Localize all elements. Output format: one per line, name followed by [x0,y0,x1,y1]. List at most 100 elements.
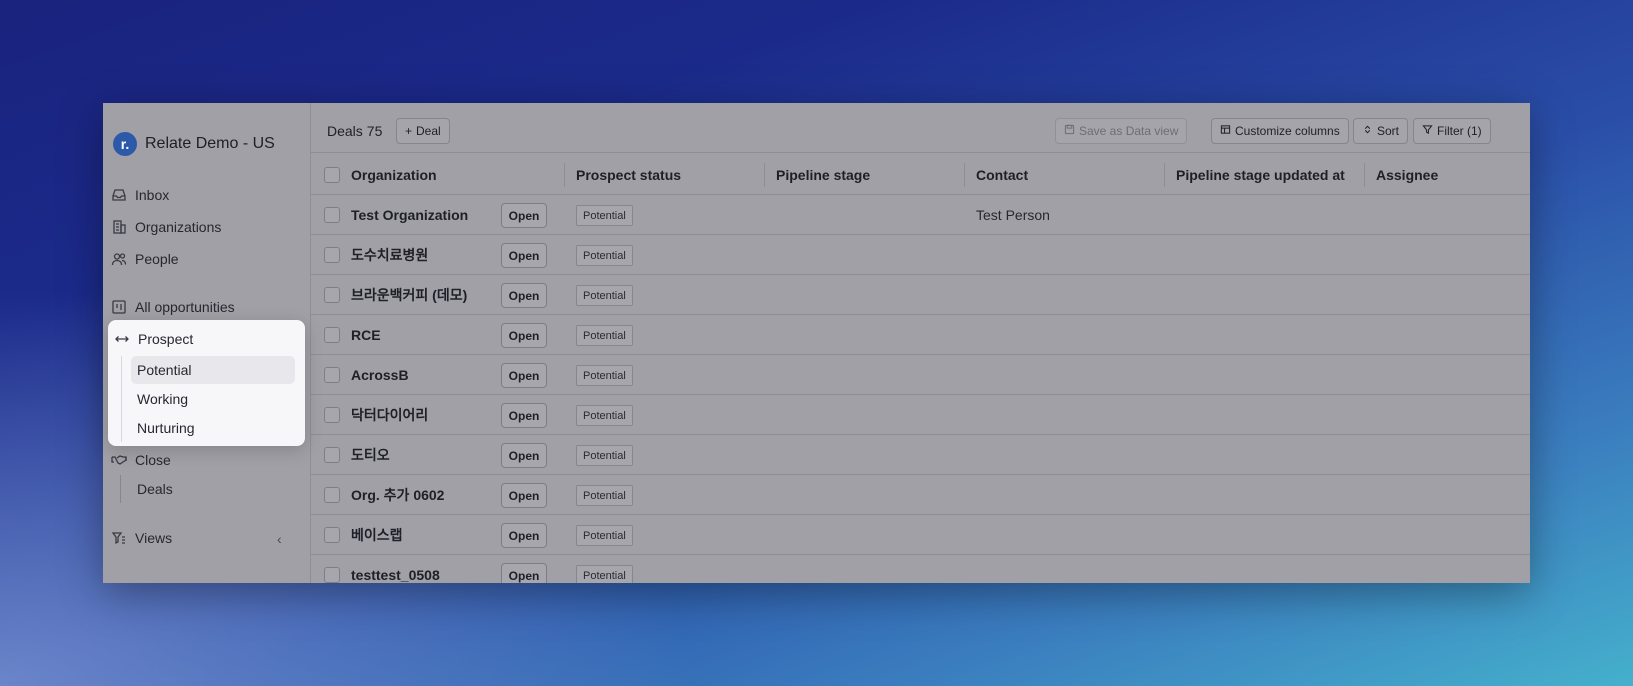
save-icon [1064,124,1075,138]
table-row[interactable]: 브라운백커피 (데모) Open Potential [311,275,1530,315]
table-row[interactable]: 베이스랩 Open Potential [311,515,1530,555]
status-badge: Potential [576,525,633,546]
customize-columns-label: Customize columns [1235,124,1340,138]
columns-icon [1220,124,1231,138]
organization-cell[interactable]: Test Organization [351,195,468,235]
status-badge: Potential [576,245,633,266]
organization-cell[interactable]: 베이스랩 [351,515,403,555]
plus-icon: + [405,124,413,138]
organization-cell[interactable]: Org. 추가 0602 [351,475,444,515]
organization-cell[interactable]: 도티오 [351,435,390,475]
add-deal-button[interactable]: + Deal [396,118,450,144]
column-divider [564,163,565,187]
column-header-pipeline-stage-updated-at[interactable]: Pipeline stage updated at [1176,155,1345,195]
column-header-contact[interactable]: Contact [976,155,1028,195]
chevron-left-icon[interactable]: ‹ [277,531,282,547]
filter-list-icon [111,530,127,546]
row-checkbox[interactable] [324,327,340,343]
open-button[interactable]: Open [501,203,547,228]
column-divider [1364,163,1365,187]
open-button[interactable]: Open [501,243,547,268]
column-header-organization[interactable]: Organization [351,155,437,195]
column-header-prospect-status[interactable]: Prospect status [576,155,681,195]
sidebar-item-label: Views [135,530,173,546]
organization-cell[interactable]: AcrossB [351,355,409,395]
column-header-assignee[interactable]: Assignee [1376,155,1438,195]
status-badge: Potential [576,205,633,226]
sidebar-item-prospect[interactable]: Prospect [114,326,193,352]
customize-columns-button[interactable]: Customize columns [1211,118,1349,144]
table-row[interactable]: testtest_0508 Open Potential [311,555,1530,583]
contact-cell[interactable]: Test Person [976,195,1050,235]
organization-cell[interactable]: 브라운백커피 (데모) [351,275,467,315]
handshake-icon [111,452,127,468]
organization-cell[interactable]: 도수치료병원 [351,235,428,275]
save-as-data-view-button[interactable]: Save as Data view [1055,118,1188,144]
select-all-checkbox[interactable] [324,167,340,183]
row-checkbox[interactable] [324,367,340,383]
save-as-data-view-label: Save as Data view [1079,124,1179,138]
table-row[interactable]: Test Organization Open Potential Test Pe… [311,195,1530,235]
row-checkbox[interactable] [324,487,340,503]
sidebar-subitem-nurturing[interactable]: Nurturing [131,414,295,442]
subnav-line [120,475,121,503]
open-button[interactable]: Open [501,443,547,468]
open-button[interactable]: Open [501,283,547,308]
sidebar-item-label: Prospect [138,331,194,347]
arrows-horizontal-icon [114,331,130,347]
open-button[interactable]: Open [501,563,547,583]
column-divider [764,163,765,187]
column-divider [1164,163,1165,187]
sort-icon [1362,124,1373,138]
status-badge: Potential [576,565,633,583]
filter-button[interactable]: Filter (1) [1413,118,1491,144]
open-button[interactable]: Open [501,323,547,348]
filter-icon [1422,124,1433,138]
row-checkbox[interactable] [324,407,340,423]
table-row[interactable]: AcrossB Open Potential [311,355,1530,395]
workspace-switcher[interactable]: r. Relate Demo - US [113,132,275,156]
table-row[interactable]: Org. 추가 0602 Open Potential [311,475,1530,515]
column-header-pipeline-stage[interactable]: Pipeline stage [776,155,870,195]
sidebar-item-organizations[interactable]: Organizations [111,214,221,240]
table-row[interactable]: RCE Open Potential [311,315,1530,355]
workspace-name: Relate Demo - US [145,135,275,152]
sort-label: Sort [1377,124,1400,138]
open-button[interactable]: Open [501,363,547,388]
open-button[interactable]: Open [501,403,547,428]
sidebar-item-label: Organizations [135,219,222,235]
sidebar-item-people[interactable]: People [111,246,179,272]
status-badge: Potential [576,325,633,346]
organization-cell[interactable]: RCE [351,315,381,355]
table-row[interactable]: 닥터다이어리 Open Potential [311,395,1530,435]
sidebar-item-label: All opportunities [135,299,235,315]
row-checkbox[interactable] [324,567,340,583]
sidebar-item-all-opportunities[interactable]: All opportunities [111,294,235,320]
building-icon [111,219,127,235]
sidebar-item-label: Inbox [135,187,170,203]
status-badge: Potential [576,485,633,506]
sidebar-subitem-deals[interactable]: Deals [137,476,173,502]
table-header: Organization Prospect status Pipeline st… [311,155,1530,195]
row-checkbox[interactable] [324,447,340,463]
row-checkbox[interactable] [324,527,340,543]
table-row[interactable]: 도티오 Open Potential [311,435,1530,475]
page-title: Deals 75 [327,123,382,139]
sidebar-subitem-potential[interactable]: Potential [131,356,295,384]
open-button[interactable]: Open [501,483,547,508]
page-title-text: Deals [327,123,363,139]
sidebar-item-close[interactable]: Close [111,447,171,473]
status-badge: Potential [576,365,633,386]
open-button[interactable]: Open [501,523,547,548]
organization-cell[interactable]: testtest_0508 [351,555,440,583]
organization-cell[interactable]: 닥터다이어리 [351,395,428,435]
row-checkbox[interactable] [324,207,340,223]
sidebar-item-views[interactable]: Views [111,525,172,551]
sidebar-subitem-working[interactable]: Working [131,385,295,413]
sort-button[interactable]: Sort [1353,118,1409,144]
row-checkbox[interactable] [324,247,340,263]
add-deal-label: Deal [416,124,441,138]
sidebar-item-inbox[interactable]: Inbox [111,182,169,208]
table-row[interactable]: 도수치료병원 Open Potential [311,235,1530,275]
row-checkbox[interactable] [324,287,340,303]
